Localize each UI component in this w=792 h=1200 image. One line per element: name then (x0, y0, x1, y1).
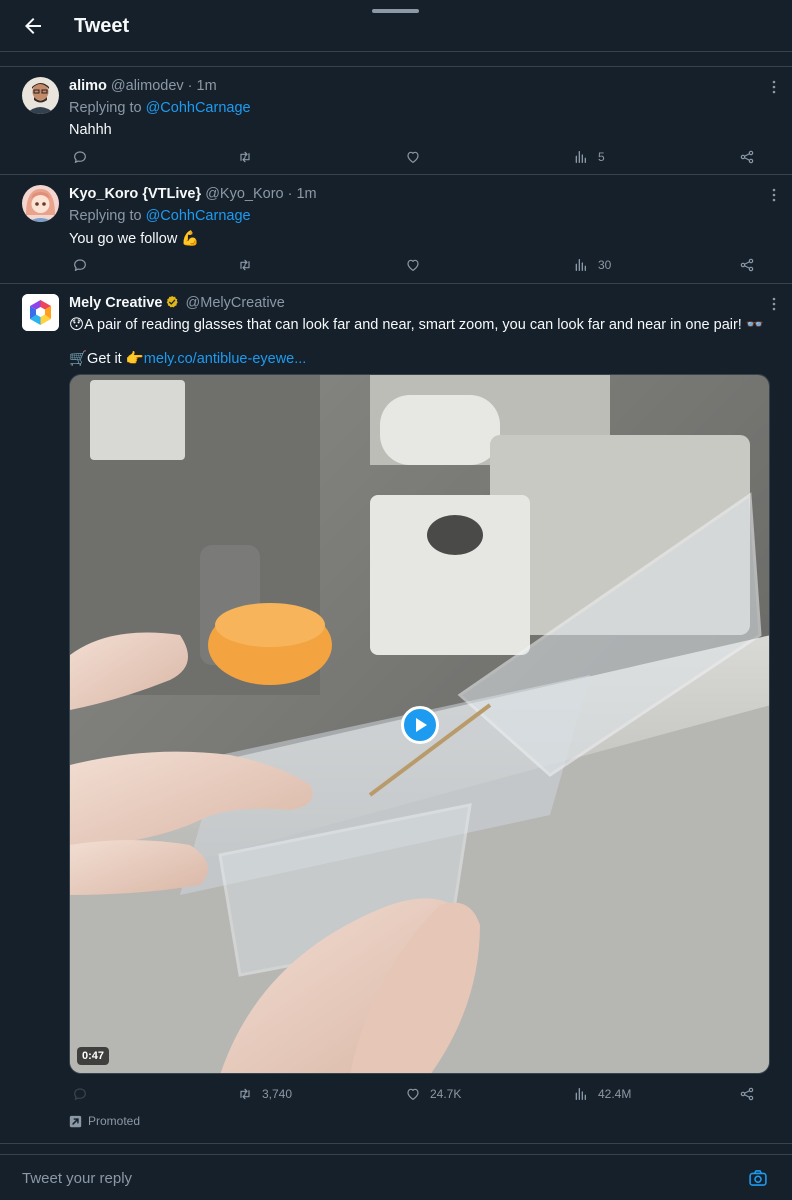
reply-button[interactable] (72, 146, 88, 168)
like-count: 24.7K (430, 1087, 462, 1101)
analytics-icon (575, 151, 586, 163)
reply-tweet[interactable]: Kyo_Koro {VTLive} @Kyo_Koro · 1m Replyin… (0, 175, 792, 284)
display-name[interactable]: alimo (69, 78, 107, 94)
avatar[interactable] (22, 77, 59, 114)
handle-time: @alimodev · 1m (110, 78, 217, 94)
share-button[interactable] (739, 254, 755, 276)
call-to-action: 🛒Get it 👉mely.co/antiblue-eyewe... (69, 350, 306, 367)
tweet-text: You go we follow 💪 (69, 231, 200, 247)
views-count: 42.4M (598, 1087, 632, 1101)
reply-tweet[interactable]: alimo @alimodev · 1m Replying to @CohhCa… (0, 67, 792, 175)
retweet-button[interactable] (237, 146, 253, 168)
reply-icon (74, 151, 86, 163)
action-bar: 30 (0, 254, 792, 276)
share-button[interactable] (739, 146, 755, 168)
replying-to: Replying to @CohhCarnage (69, 208, 251, 224)
more-options-icon[interactable] (770, 296, 778, 312)
handle-time: @Kyo_Koro · 1m (205, 186, 317, 202)
back-arrow-icon[interactable] (20, 14, 46, 38)
replying-prefix: Replying to (69, 100, 142, 116)
replying-to: Replying to @CohhCarnage (69, 100, 251, 116)
play-button[interactable] (401, 706, 439, 744)
views-button[interactable]: 30 (573, 254, 611, 276)
camera-icon[interactable] (748, 1168, 768, 1188)
analytics-icon (575, 1088, 586, 1100)
display-name[interactable]: Kyo_Koro {VTLive} (69, 186, 201, 202)
product-link[interactable]: mely.co/antiblue-eyewe... (144, 351, 307, 367)
replying-to-link[interactable]: @CohhCarnage (146, 208, 251, 224)
reply-icon (74, 259, 86, 271)
retweet-icon (240, 259, 250, 271)
retweet-button[interactable]: 3,740 (237, 1083, 292, 1105)
reply-button[interactable] (72, 1083, 88, 1105)
heart-icon (407, 259, 419, 271)
reply-button[interactable] (72, 254, 88, 276)
promoted-label[interactable]: Promoted (69, 1114, 140, 1128)
promoted-icon (69, 1115, 82, 1127)
retweet-icon (240, 1088, 250, 1100)
views-count: 5 (598, 150, 605, 164)
retweet-count: 3,740 (262, 1087, 293, 1101)
like-button[interactable]: 24.7K (405, 1083, 461, 1105)
cta-prefix: 🛒Get it 👉 (69, 351, 144, 367)
views-button[interactable]: 42.4M (573, 1083, 631, 1105)
share-icon (740, 150, 754, 164)
video-player[interactable]: 0:47 (69, 374, 770, 1074)
promoted-tweet[interactable]: Mely Creative @MelyCreative 😯A pair of r… (0, 284, 792, 1144)
tweet-text: Nahhh (69, 122, 112, 138)
reply-icon (74, 1088, 86, 1100)
tweet-header: Kyo_Koro {VTLive} @Kyo_Koro · 1m (69, 186, 317, 202)
analytics-icon (575, 259, 586, 271)
reply-composer (0, 1154, 792, 1200)
tweet-header: alimo @alimodev · 1m (69, 78, 217, 94)
share-button[interactable] (739, 1083, 755, 1105)
avatar[interactable] (22, 185, 59, 222)
more-options-icon[interactable] (770, 79, 778, 95)
like-button[interactable] (405, 254, 421, 276)
play-icon (416, 718, 427, 732)
like-button[interactable] (405, 146, 421, 168)
share-icon (740, 1087, 754, 1101)
tweet-header: Mely Creative @MelyCreative (69, 295, 285, 311)
reply-input[interactable] (22, 1165, 702, 1191)
heart-icon (407, 1088, 419, 1100)
views-count: 30 (598, 258, 612, 272)
retweet-button[interactable] (237, 254, 253, 276)
replying-to-link[interactable]: @CohhCarnage (146, 100, 251, 116)
verified-badge-icon (166, 295, 178, 308)
brand-logo[interactable] (22, 294, 59, 331)
action-bar: 5 (0, 146, 792, 168)
retweet-icon (240, 151, 250, 163)
replying-prefix: Replying to (69, 208, 142, 224)
handle: @MelyCreative (185, 295, 285, 311)
views-button[interactable]: 5 (573, 146, 605, 168)
video-duration: 0:47 (77, 1047, 110, 1065)
page-title: Tweet (74, 15, 130, 37)
tweet-text: 😯A pair of reading glasses that can look… (69, 317, 764, 333)
display-name[interactable]: Mely Creative (69, 295, 163, 311)
promoted-text: Promoted (88, 1114, 141, 1128)
top-bar: Tweet (0, 0, 792, 52)
more-options-icon[interactable] (770, 187, 778, 203)
action-bar: 3,740 24.7K 42.4M (0, 1083, 792, 1105)
share-icon (740, 258, 754, 272)
heart-icon (407, 151, 419, 163)
